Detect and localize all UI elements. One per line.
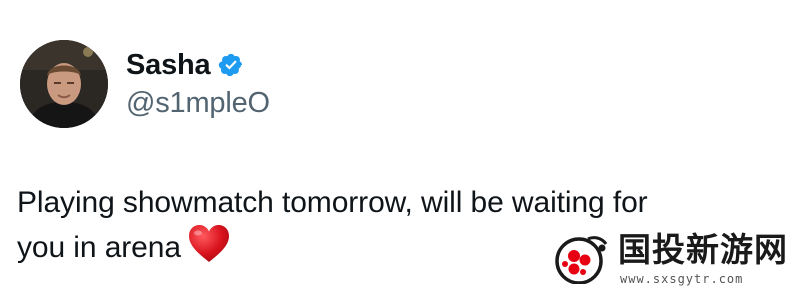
tweet-text-segment: you in arena xyxy=(17,231,181,264)
user-handle[interactable]: @s1mpleO xyxy=(126,86,270,120)
avatar-image xyxy=(20,40,108,128)
tweet-text-line: Playing showmatch tomorrow, will be wait… xyxy=(17,186,648,219)
heart-icon xyxy=(187,224,231,264)
author-name-row: Sasha xyxy=(126,48,244,82)
watermark-url: www.sxsgytr.com xyxy=(620,272,744,286)
display-name[interactable]: Sasha xyxy=(126,48,211,82)
verified-badge-icon xyxy=(218,52,244,78)
watermark: 国投新游网 www.sxsgytr.com xyxy=(548,226,798,290)
watermark-logo-icon xyxy=(552,234,610,284)
watermark-title: 国投新游网 xyxy=(618,230,788,269)
avatar[interactable] xyxy=(20,40,108,128)
